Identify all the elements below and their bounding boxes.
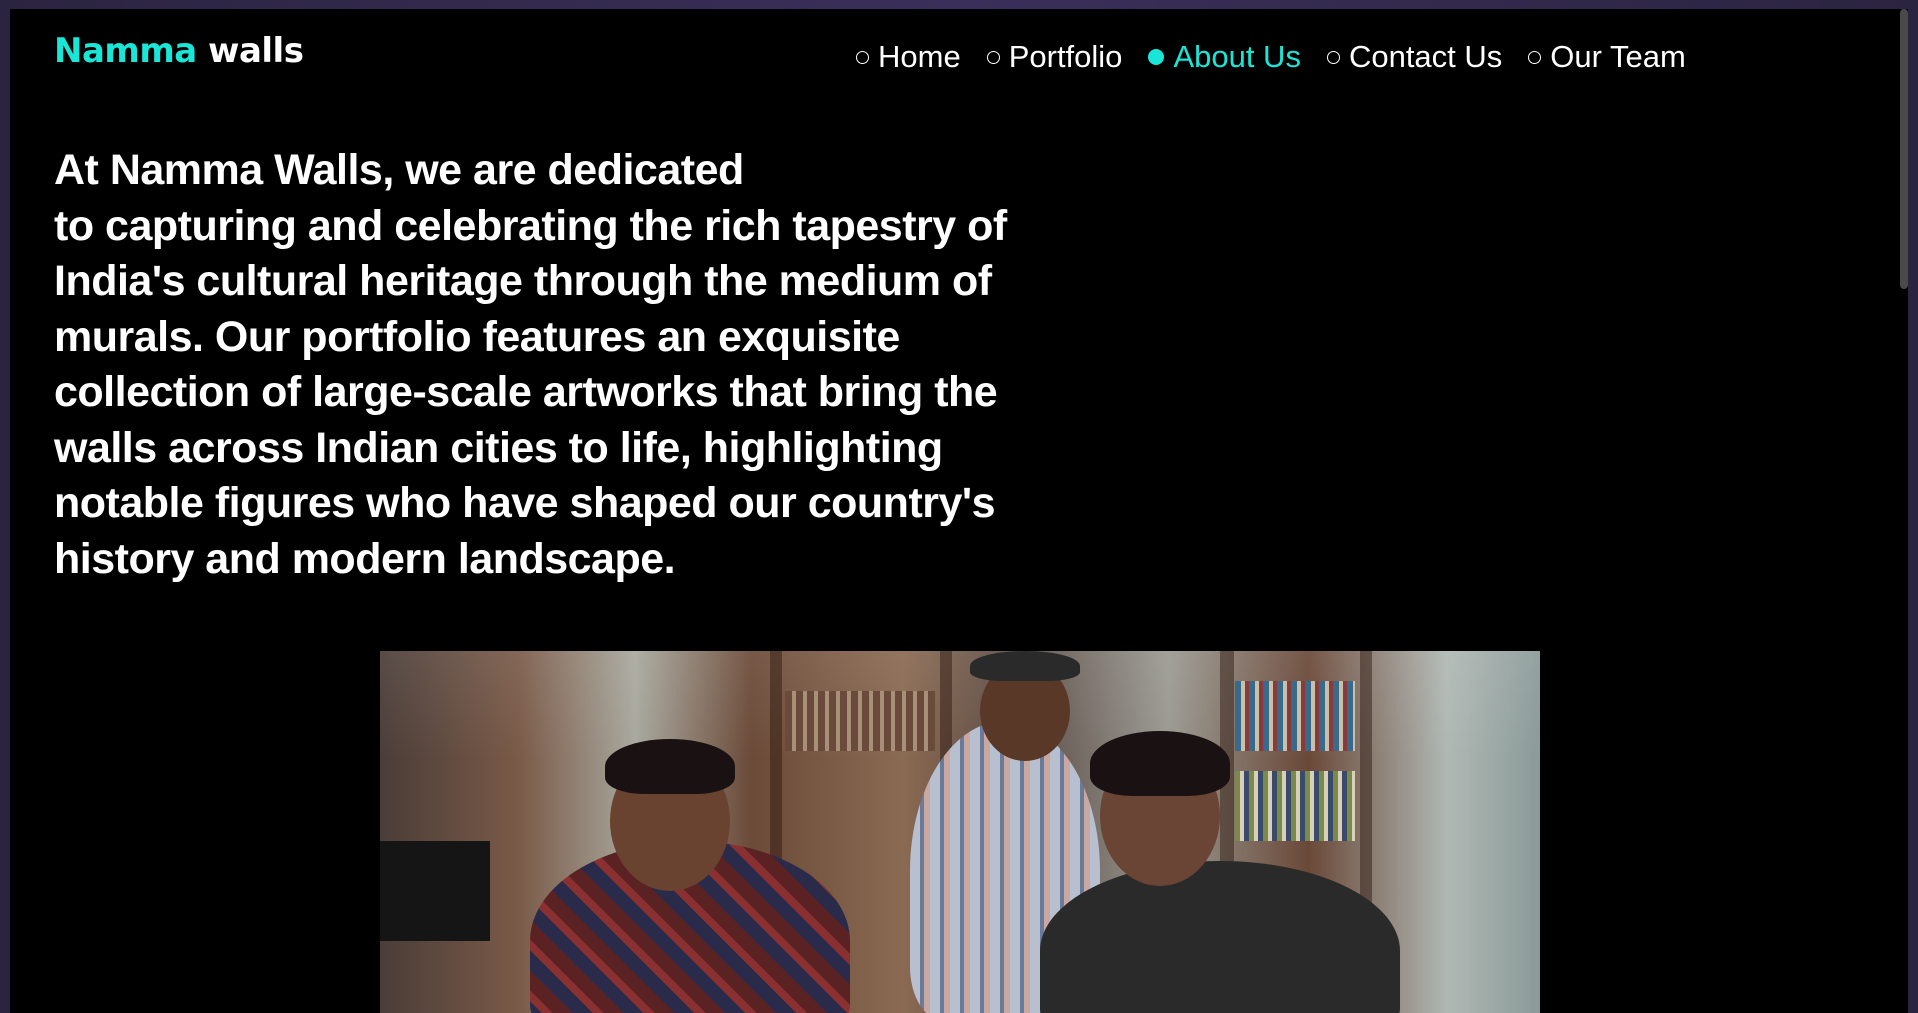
nav-item-contact-us[interactable]: Contact Us xyxy=(1326,39,1503,75)
nav-label-contact-us: Contact Us xyxy=(1348,39,1503,74)
logo-part-namma: Namma xyxy=(54,31,197,71)
about-intro-body: to capturing and celebrating the rich ta… xyxy=(54,201,1007,583)
about-intro-line1: At Namma Walls, we are dedicated xyxy=(54,146,744,194)
bookshelf-row xyxy=(1235,771,1355,841)
radio-dot-icon xyxy=(1528,50,1542,64)
page-frame: Namma walls Home Portfolio About Us Cont… xyxy=(10,9,1908,1013)
person-standing-cap xyxy=(970,651,1080,681)
bookshelf-row xyxy=(1235,681,1355,751)
nav-item-portfolio[interactable]: Portfolio xyxy=(986,39,1123,75)
nav-item-about-us[interactable]: About Us xyxy=(1148,39,1301,75)
radio-dot-icon xyxy=(856,50,869,64)
bookshelf-row xyxy=(785,691,935,751)
radio-dot-icon xyxy=(1326,50,1340,64)
radio-dot-icon xyxy=(986,50,1000,64)
nav-label-our-team: Our Team xyxy=(1550,39,1686,74)
team-photo xyxy=(380,651,1540,1013)
monitor xyxy=(380,841,490,941)
nav-label-about-us: About Us xyxy=(1173,39,1301,74)
person-right-hair xyxy=(1090,731,1230,796)
radio-dot-icon xyxy=(1148,49,1165,65)
about-intro: At Namma Walls, we are dedicated to capt… xyxy=(54,143,1074,587)
person-left-hair xyxy=(605,739,735,794)
logo-part-walls: walls xyxy=(208,31,304,71)
main-nav: Home Portfolio About Us Contact Us Our T… xyxy=(856,39,1686,75)
nav-label-home: Home xyxy=(878,39,961,74)
site-logo[interactable]: Namma walls xyxy=(54,31,304,71)
page-scrollbar[interactable] xyxy=(1900,9,1908,289)
nav-item-our-team[interactable]: Our Team xyxy=(1528,39,1686,75)
nav-label-portfolio: Portfolio xyxy=(1008,39,1123,74)
nav-item-home[interactable]: Home xyxy=(856,39,961,75)
